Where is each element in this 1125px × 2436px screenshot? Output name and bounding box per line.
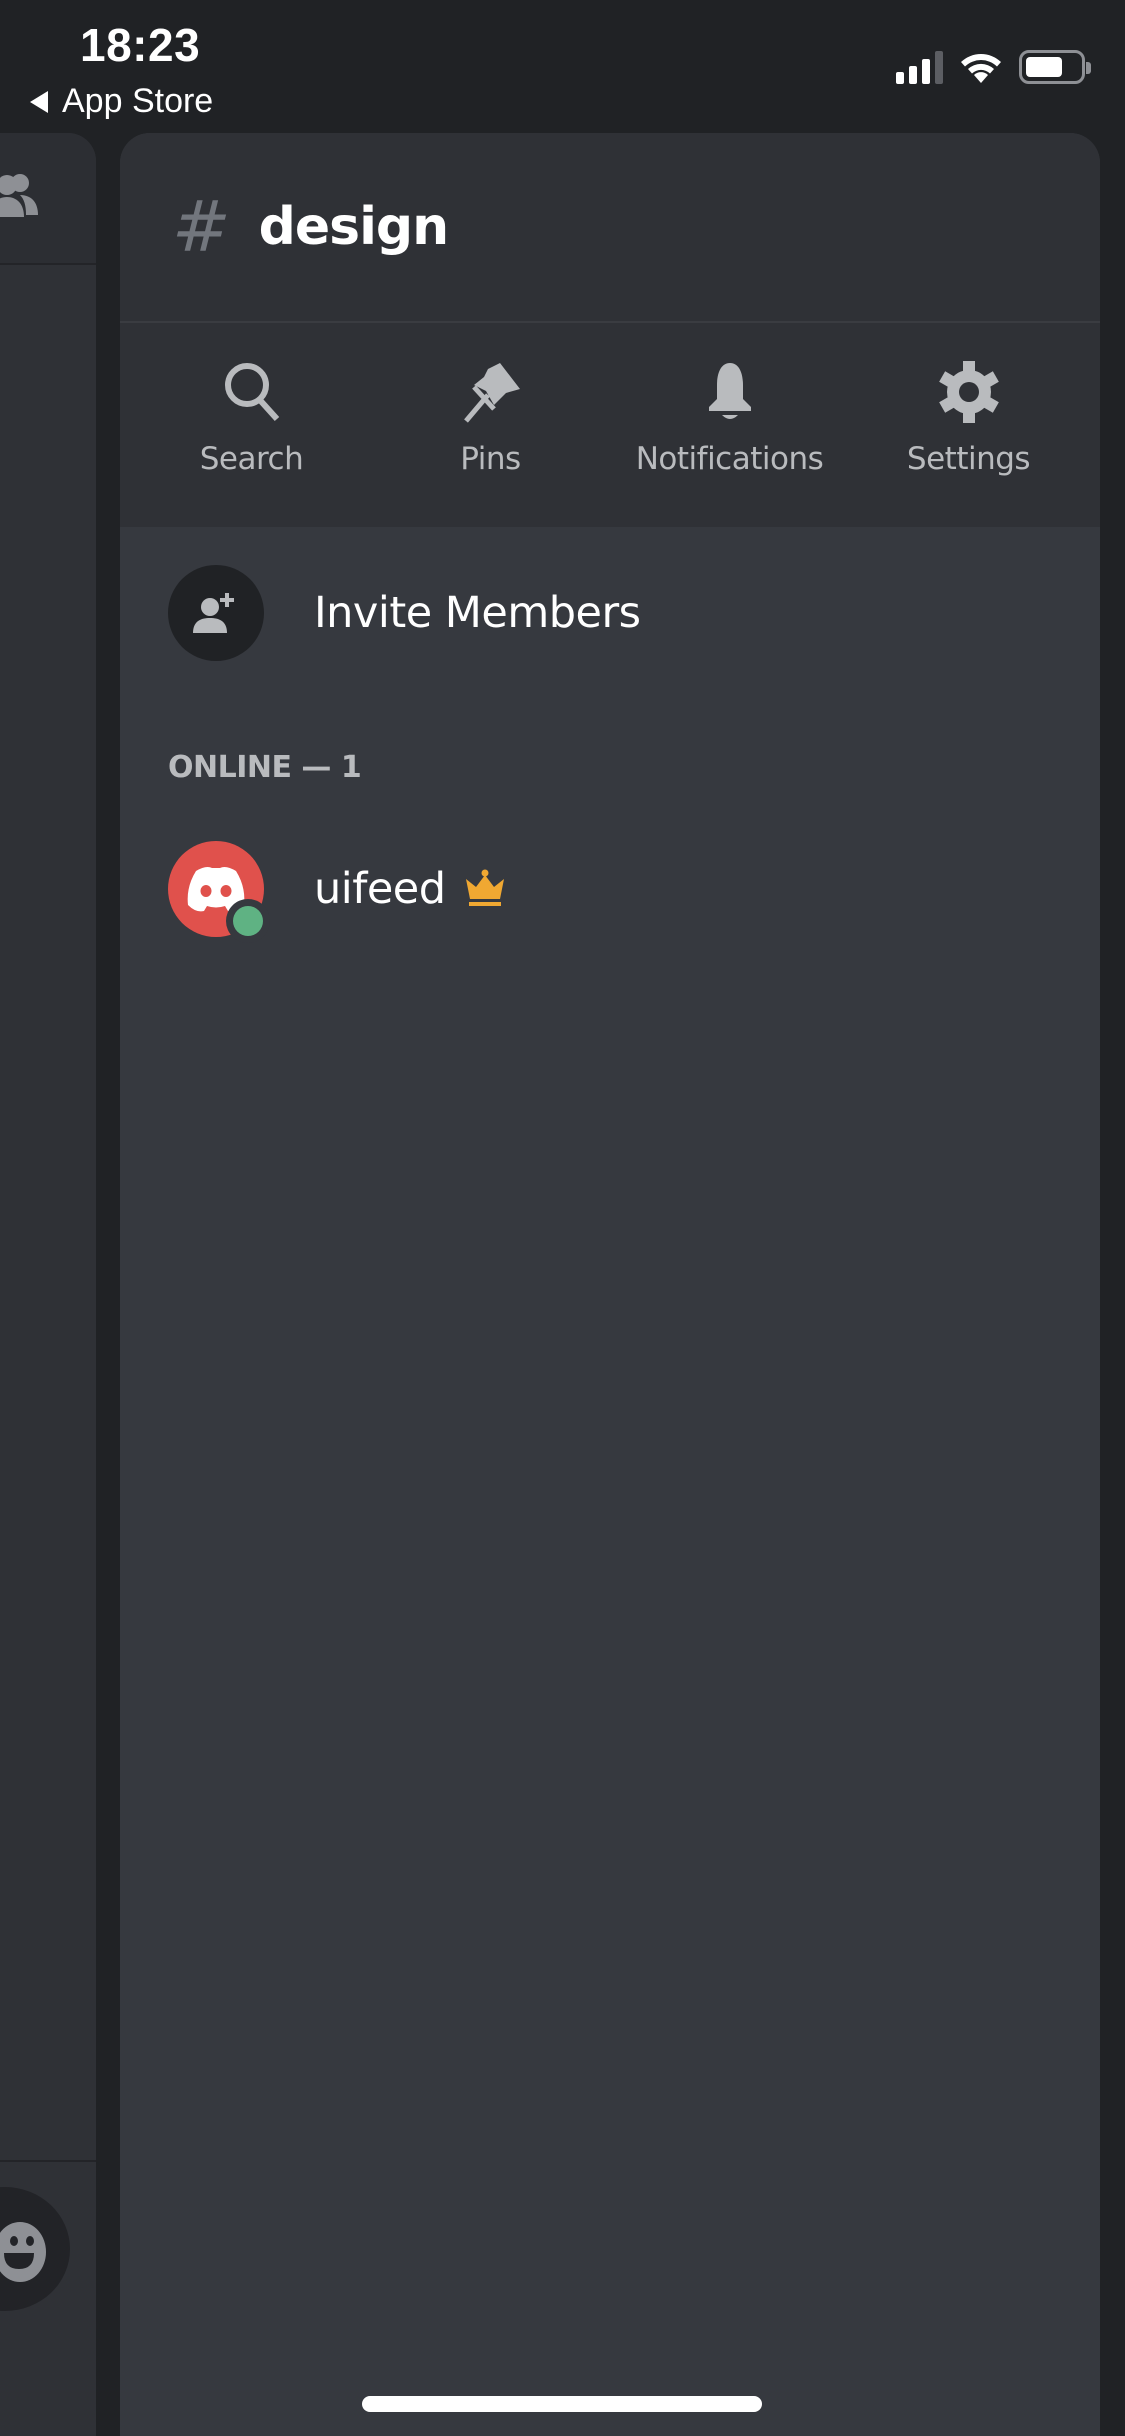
invite-members-button[interactable]: Invite Members [168,565,641,661]
channel-hash-icon: # [172,186,231,268]
search-button[interactable]: Search [132,323,371,527]
home-indicator[interactable] [362,2396,762,2412]
wifi-icon [961,54,1001,83]
channel-members-panel: # design Search Pins Notifications Setti… [120,133,1100,2436]
crown-icon [465,869,504,906]
cellular-signal-icon [896,50,943,84]
member-list-item[interactable]: uifeed [168,841,506,943]
settings-button[interactable]: Settings [849,323,1088,527]
chat-panel-behind [0,133,96,2436]
status-icons [896,50,1091,84]
bell-icon [708,363,751,419]
gear-icon [938,361,999,423]
invite-members-label: Invite Members [314,588,641,638]
back-app-label: App Store [62,82,214,120]
pins-button[interactable]: Pins [371,323,610,527]
member-name: uifeed [314,864,446,914]
pins-label: Pins [460,441,521,477]
friends-icon[interactable] [0,173,46,223]
settings-label: Settings [906,441,1031,477]
search-label: Search [199,441,304,477]
avatar [168,841,270,943]
status-time: 18:23 [80,19,201,71]
notifications-button[interactable]: Notifications [610,323,849,527]
emoji-button[interactable] [0,2187,70,2311]
channel-name: design [258,197,450,257]
search-icon [224,363,279,422]
invite-avatar [168,565,264,661]
chat-panel-header [0,133,96,265]
pin-icon [463,363,520,423]
online-status-dot [233,906,263,936]
notifications-label: Notifications [635,441,824,477]
channel-actions: Search Pins Notifications Settings [120,323,1100,527]
emoji-icon [0,2222,46,2282]
online-section-header: ONLINE — 1 [168,750,362,785]
status-bar: 18:23 App Store [0,0,1125,133]
presence-indicator [226,899,270,943]
composer-divider [0,2160,96,2162]
battery-icon [1019,50,1091,84]
back-to-app-store-button[interactable]: App Store [30,82,213,121]
back-arrow-icon [30,90,48,113]
channel-header: # design [120,133,1100,323]
add-user-icon [193,593,234,633]
